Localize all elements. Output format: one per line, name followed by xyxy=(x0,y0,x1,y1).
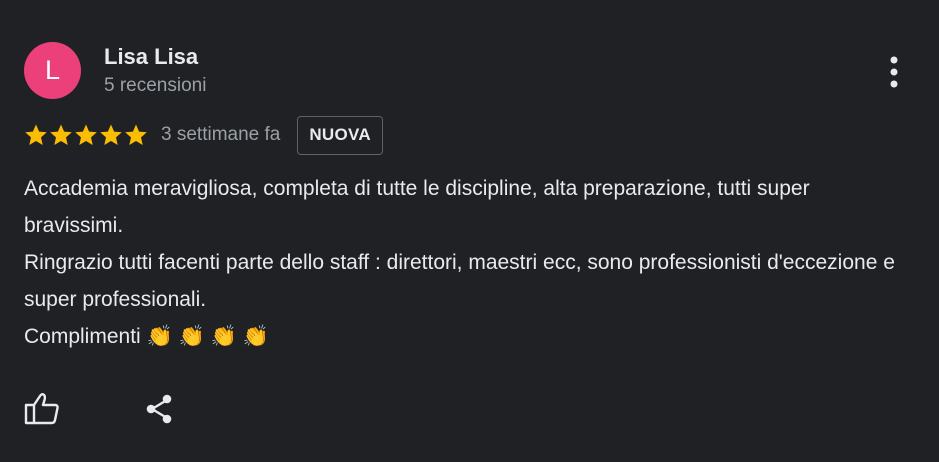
rating-row: 3 settimane fa NUOVA xyxy=(24,115,383,155)
review-text-line: Complimenti 👏 👏 👏 👏 xyxy=(24,325,269,348)
review-date: 3 settimane fa xyxy=(161,124,281,145)
more-options-button[interactable] xyxy=(876,52,912,92)
review-text-line: Ringrazio tutti facenti parte dello staf… xyxy=(24,251,895,311)
author-review-count: 5 recensioni xyxy=(104,75,207,96)
star-icon xyxy=(125,124,147,145)
review-card: L Lisa Lisa 5 recensioni 3 settimane fa … xyxy=(0,0,939,462)
review-text: Accademia meravigliosa, completa di tutt… xyxy=(24,170,904,355)
more-vert-icon xyxy=(890,56,898,88)
thumb-up-icon xyxy=(24,393,59,425)
share-button[interactable] xyxy=(140,390,178,428)
review-text-line: Accademia meravigliosa, completa di tutt… xyxy=(24,177,810,237)
share-icon xyxy=(146,394,172,424)
avatar[interactable]: L xyxy=(24,42,81,99)
avatar-letter: L xyxy=(44,55,61,85)
like-button[interactable] xyxy=(23,390,61,428)
star-icon xyxy=(50,124,72,145)
new-badge: NUOVA xyxy=(297,115,383,155)
author-name[interactable]: Lisa Lisa xyxy=(104,44,198,70)
star-icon xyxy=(75,124,97,145)
star-rating xyxy=(24,123,148,147)
star-icon xyxy=(25,124,47,145)
star-icon xyxy=(100,124,122,145)
